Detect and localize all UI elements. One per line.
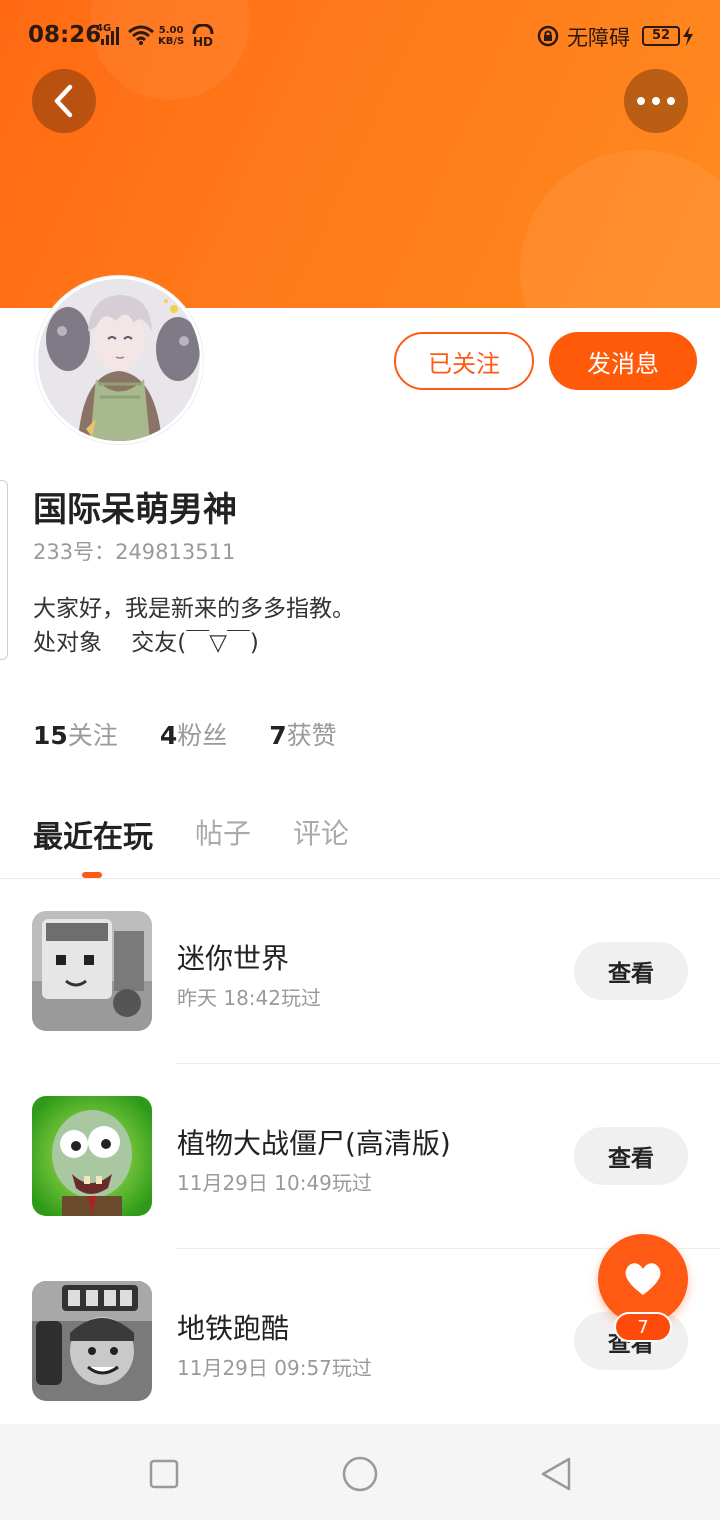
profile-name: 国际呆萌男神 bbox=[33, 490, 237, 530]
edge-handle bbox=[0, 480, 8, 660]
stat-following[interactable]: 15关注 bbox=[33, 716, 118, 752]
likes-label: 获赞 bbox=[286, 721, 337, 750]
game-played-time: 昨天 18:42玩过 bbox=[177, 986, 321, 1010]
square-icon bbox=[149, 1459, 179, 1489]
system-navigation-bar bbox=[0, 1424, 720, 1520]
tab-posts[interactable]: 帖子 bbox=[195, 812, 251, 856]
status-bar: 08:26 4G 5.00 KB/S HD 无障碍 52 bbox=[0, 0, 720, 72]
followed-button[interactable]: 已关注 bbox=[394, 332, 534, 390]
stat-followers[interactable]: 4粉丝 bbox=[160, 716, 227, 752]
network-speed: 5.00 KB/S bbox=[158, 25, 184, 47]
tab-recently-played[interactable]: 最近在玩 bbox=[33, 812, 153, 856]
profile-tabs: 最近在玩 帖子 评论 bbox=[33, 812, 391, 856]
battery-indicator: 52 bbox=[642, 26, 680, 46]
game-icon-subway-surfers bbox=[32, 1281, 152, 1401]
game-list-item[interactable]: 植物大战僵尸(高清版) 11月29日 10:49玩过 查看 bbox=[0, 1064, 720, 1249]
accessibility-label: 无障碍 bbox=[567, 26, 630, 50]
view-button[interactable]: 查看 bbox=[574, 942, 688, 1000]
hd-call-icon: HD bbox=[192, 24, 214, 49]
speed-unit: KB/S bbox=[158, 36, 185, 47]
back-button[interactable] bbox=[32, 69, 96, 133]
profile-stats: 15关注 4粉丝 7获赞 bbox=[33, 716, 337, 752]
tab-comments[interactable]: 评论 bbox=[293, 812, 349, 856]
profile-id: 233号：249813511 bbox=[33, 540, 236, 564]
charging-icon bbox=[683, 26, 693, 46]
hd-label: HD bbox=[192, 35, 213, 49]
more-horizontal-icon bbox=[637, 97, 675, 105]
game-title: 植物大战僵尸(高清版) bbox=[177, 1127, 451, 1160]
followers-label: 粉丝 bbox=[177, 721, 228, 750]
recent-apps-button[interactable] bbox=[144, 1454, 184, 1494]
game-title: 地铁跑酷 bbox=[177, 1312, 290, 1345]
status-time: 08:26 bbox=[28, 22, 102, 48]
circle-icon bbox=[342, 1456, 378, 1492]
likes-count: 7 bbox=[269, 721, 287, 750]
following-label: 关注 bbox=[67, 721, 118, 750]
profile-bio: 大家好，我是新来的多多指教。 处对象 交友(￣▽￣) bbox=[33, 592, 355, 660]
wifi-icon bbox=[128, 25, 154, 45]
send-message-button[interactable]: 发消息 bbox=[549, 332, 697, 390]
like-count-badge: 7 bbox=[614, 1312, 672, 1342]
stat-likes[interactable]: 7获赞 bbox=[269, 716, 336, 752]
bio-line: 处对象 交友(￣▽￣) bbox=[33, 630, 259, 656]
game-played-time: 11月29日 09:57玩过 bbox=[177, 1356, 372, 1380]
game-played-time: 11月29日 10:49玩过 bbox=[177, 1171, 372, 1195]
game-title: 迷你世界 bbox=[177, 942, 290, 975]
avatar-illustration bbox=[38, 279, 200, 441]
bio-line: 大家好，我是新来的多多指教。 bbox=[33, 596, 355, 622]
game-icon-plants-vs-zombies bbox=[32, 1096, 152, 1216]
nav-back-button[interactable] bbox=[536, 1454, 576, 1494]
rotation-lock-icon bbox=[537, 25, 559, 47]
heart-icon bbox=[625, 1263, 661, 1295]
avatar[interactable] bbox=[35, 276, 203, 444]
game-icon-mini-world bbox=[32, 911, 152, 1031]
followers-count: 4 bbox=[159, 721, 178, 750]
home-button[interactable] bbox=[340, 1454, 380, 1494]
game-list-item[interactable]: 迷你世界 昨天 18:42玩过 查看 bbox=[0, 879, 720, 1064]
header-decoration bbox=[520, 150, 720, 308]
signal-icon bbox=[101, 27, 119, 45]
more-options-button[interactable] bbox=[624, 69, 688, 133]
view-button[interactable]: 查看 bbox=[574, 1127, 688, 1185]
triangle-back-icon bbox=[541, 1457, 571, 1491]
like-fab-button[interactable] bbox=[598, 1234, 688, 1324]
following-count: 15 bbox=[33, 721, 68, 750]
speed-value: 5.00 bbox=[158, 25, 184, 36]
chevron-left-icon bbox=[54, 84, 73, 118]
